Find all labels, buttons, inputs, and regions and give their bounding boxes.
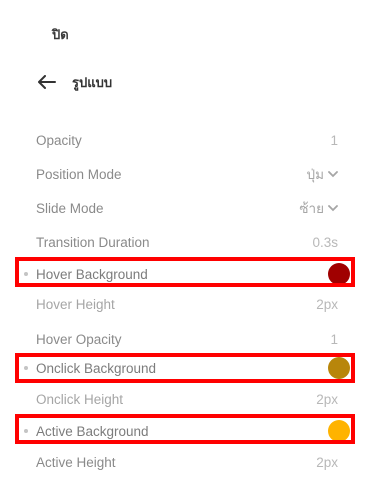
slide-mode-select[interactable]: ซ้าย	[299, 197, 338, 219]
onclick-height-label: Onclick Height	[36, 391, 124, 407]
hover-opacity-label: Hover Opacity	[36, 331, 122, 347]
hover-height-value[interactable]: 2px	[316, 297, 338, 312]
row-bullet	[24, 429, 28, 433]
active-background-label: Active Background	[36, 423, 149, 439]
onclick-background-row[interactable]: Onclick Background	[24, 356, 350, 380]
hover-background-label: Hover Background	[36, 266, 148, 282]
row-bullet	[24, 366, 28, 370]
slide-mode-value: ซ้าย	[299, 201, 324, 216]
active-background-row[interactable]: Active Background	[24, 419, 350, 443]
row-bullet	[24, 272, 28, 276]
slide-mode-label: Slide Mode	[36, 200, 104, 216]
opacity-row[interactable]: Opacity 1	[36, 128, 338, 152]
section-title: รูปแบบ	[72, 74, 113, 90]
active-height-row[interactable]: Active Height 2px	[36, 450, 338, 474]
opacity-value[interactable]: 1	[330, 133, 338, 148]
close-link[interactable]: ปิด	[52, 24, 69, 45]
position-mode-select[interactable]: ปุ่ม	[307, 163, 338, 185]
onclick-background-label: Onclick Background	[36, 360, 157, 376]
arrow-left-icon	[38, 75, 56, 89]
active-height-value[interactable]: 2px	[316, 455, 338, 470]
position-mode-value: ปุ่ม	[306, 167, 324, 182]
hover-height-label: Hover Height	[36, 296, 115, 312]
chevron-down-icon	[328, 170, 338, 177]
transition-duration-label: Transition Duration	[36, 234, 150, 250]
chevron-down-icon	[328, 204, 338, 211]
transition-duration-value[interactable]: 0.3s	[312, 235, 338, 250]
onclick-height-row[interactable]: Onclick Height 2px	[36, 387, 338, 411]
onclick-background-swatch[interactable]	[328, 357, 350, 379]
hover-background-row[interactable]: Hover Background	[24, 262, 350, 286]
hover-background-swatch[interactable]	[328, 263, 350, 285]
position-mode-row[interactable]: Position Mode ปุ่ม	[36, 162, 338, 186]
transition-duration-row[interactable]: Transition Duration 0.3s	[36, 230, 338, 254]
onclick-height-value[interactable]: 2px	[316, 392, 338, 407]
hover-height-row[interactable]: Hover Height 2px	[36, 292, 338, 316]
active-height-label: Active Height	[36, 454, 116, 470]
back-button[interactable]: รูปแบบ	[38, 72, 112, 92]
settings-panel: ปิด รูปแบบ Opacity 1 Position Mode ปุ่ม …	[0, 0, 377, 479]
hover-opacity-value[interactable]: 1	[330, 332, 338, 347]
hover-opacity-row[interactable]: Hover Opacity 1	[36, 327, 338, 351]
opacity-label: Opacity	[36, 132, 82, 148]
position-mode-label: Position Mode	[36, 166, 122, 182]
slide-mode-row[interactable]: Slide Mode ซ้าย	[36, 196, 338, 220]
active-background-swatch[interactable]	[328, 420, 350, 442]
